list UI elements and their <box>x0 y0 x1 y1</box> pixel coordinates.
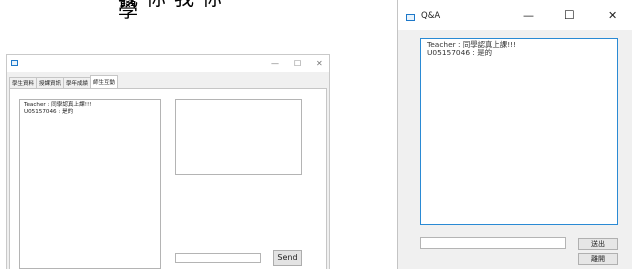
close-icon[interactable]: ✕ <box>608 9 617 22</box>
maximize-icon[interactable]: ☐ <box>564 9 575 22</box>
title-bar: — ☐ ✕ <box>7 55 329 72</box>
chat-history[interactable]: Teacher : 同學認真上課!!! U05157046 : 是的 <box>19 99 161 269</box>
page-heading-fragment: 我你我你學 <box>118 0 222 22</box>
qa-chat-history[interactable]: Teacher : 同學認真上課!!! U05157046 : 是的 <box>420 38 618 225</box>
qa-window: Q&A — ☐ ✕ Teacher : 同學認真上課!!! U05157046 … <box>397 0 632 269</box>
maximize-icon[interactable]: ☐ <box>294 59 301 68</box>
tab-interaction[interactable]: 師生互動 <box>90 75 119 89</box>
chat-line: U05157046 : 是的 <box>24 108 74 115</box>
qa-message-input[interactable] <box>420 237 566 249</box>
send-button[interactable]: Send <box>273 250 302 266</box>
window-title: Q&A <box>421 11 441 21</box>
app-icon <box>11 60 18 66</box>
minimize-icon[interactable]: — <box>271 59 279 68</box>
close-icon[interactable]: ✕ <box>316 59 323 68</box>
title-bar: Q&A — ☐ ✕ <box>398 0 632 30</box>
qa-send-button[interactable]: 送出 <box>578 238 618 250</box>
minimize-icon[interactable]: — <box>523 9 534 22</box>
app-icon <box>406 14 415 21</box>
message-input[interactable] <box>175 253 261 263</box>
qa-leave-button[interactable]: 離開 <box>578 253 618 265</box>
message-box[interactable] <box>175 99 302 175</box>
tab-strip: 學生資料 授課資訊 學年成績 師生互動 <box>9 75 119 89</box>
chat-line: U05157046 : 是的 <box>427 48 492 57</box>
